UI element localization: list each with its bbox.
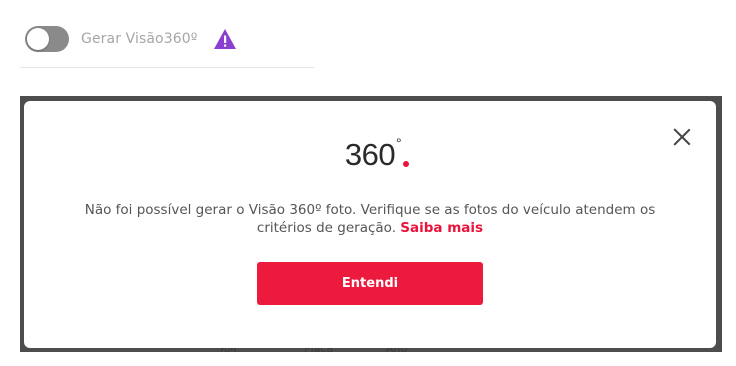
- logo-mark: 360 °: [344, 135, 410, 173]
- page: Gerar Visão360º KM Placa Ano 360 ° Não f…: [0, 0, 736, 366]
- logo-dot: [403, 161, 410, 167]
- warning-triangle-icon: [214, 29, 237, 49]
- entendi-button[interactable]: Entendi: [257, 262, 483, 305]
- error-message-text: Não foi possível gerar o Visão 360º foto…: [84, 202, 656, 236]
- visao360-toggle-row: Gerar Visão360º: [25, 24, 237, 54]
- error-modal: 360 ° Não foi possível gerar o Visão 360…: [24, 101, 716, 348]
- logo-text: 360: [344, 137, 396, 172]
- toggle-knob: [27, 28, 49, 50]
- divider: [20, 67, 314, 68]
- visao360-logo: 360 °: [24, 135, 716, 173]
- error-message: Não foi possível gerar o Visão 360º foto…: [64, 201, 676, 237]
- visao360-toggle-switch[interactable]: [25, 26, 69, 52]
- logo-degree: °: [396, 135, 402, 151]
- toggle-label: Gerar Visão360º: [81, 31, 198, 47]
- saiba-mais-link[interactable]: Saiba mais: [400, 220, 483, 236]
